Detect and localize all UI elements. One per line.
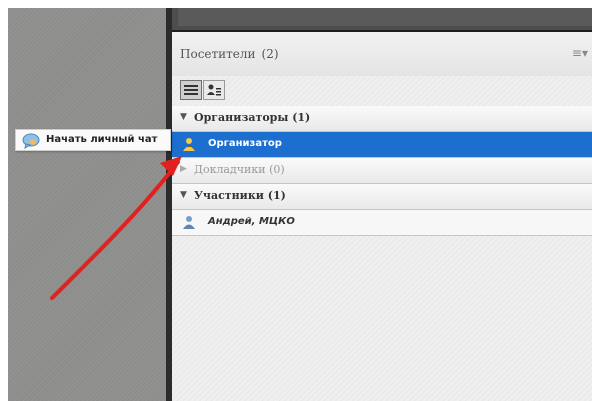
- right-column: Посетители (2) ≡▾ ▼ Организаторы (1) Орг…: [172, 8, 592, 401]
- list-view-icon: [184, 85, 198, 95]
- group-header-participants[interactable]: ▼ Участники (1): [172, 184, 592, 210]
- attendee-row-participant[interactable]: Андрей, МЦКО: [172, 210, 592, 236]
- left-gray-pane: [8, 8, 166, 401]
- attendee-row-host[interactable]: Организатор: [172, 132, 592, 158]
- app-window: Посетители (2) ≡▾ ▼ Организаторы (1) Орг…: [8, 8, 592, 401]
- pod-attendee-count: (2): [261, 47, 279, 61]
- expand-triangle-icon[interactable]: ▼: [180, 112, 187, 122]
- collapse-triangle-icon[interactable]: ▶: [180, 164, 187, 174]
- pod-title-text: Посетители: [180, 47, 256, 61]
- host-user-icon: [182, 137, 196, 154]
- top-pod-strip-inner: [178, 8, 592, 26]
- group-header-presenters[interactable]: ▶ Докладчики (0): [172, 158, 592, 184]
- expand-triangle-icon[interactable]: ▼: [180, 190, 187, 200]
- attendees-pod: Посетители (2) ≡▾ ▼ Организаторы (1) Орг…: [172, 32, 592, 401]
- attendee-name: Андрей, МЦКО: [208, 216, 295, 227]
- top-pod-strip: [172, 8, 592, 32]
- group-label: Докладчики (0): [194, 163, 285, 176]
- group-label: Организаторы (1): [194, 111, 311, 124]
- user-view-icon: [207, 84, 221, 96]
- menu-icon[interactable]: ≡▾: [572, 46, 588, 60]
- list-view-button[interactable]: [180, 80, 202, 100]
- start-private-chat-menu-item[interactable]: Начать личный чат: [15, 129, 171, 151]
- chat-bubble-icon: [22, 133, 40, 153]
- pod-header: Посетители (2) ≡▾: [172, 32, 592, 76]
- participant-user-icon: [182, 215, 196, 232]
- start-private-chat-label: Начать личный чат: [46, 134, 158, 145]
- pod-title: Посетители (2): [180, 47, 279, 61]
- group-label: Участники (1): [194, 189, 286, 202]
- group-header-hosts[interactable]: ▼ Организаторы (1): [172, 106, 592, 132]
- user-view-button[interactable]: [203, 80, 225, 100]
- attendee-name: Организатор: [208, 138, 282, 149]
- view-toolbar: [180, 80, 228, 100]
